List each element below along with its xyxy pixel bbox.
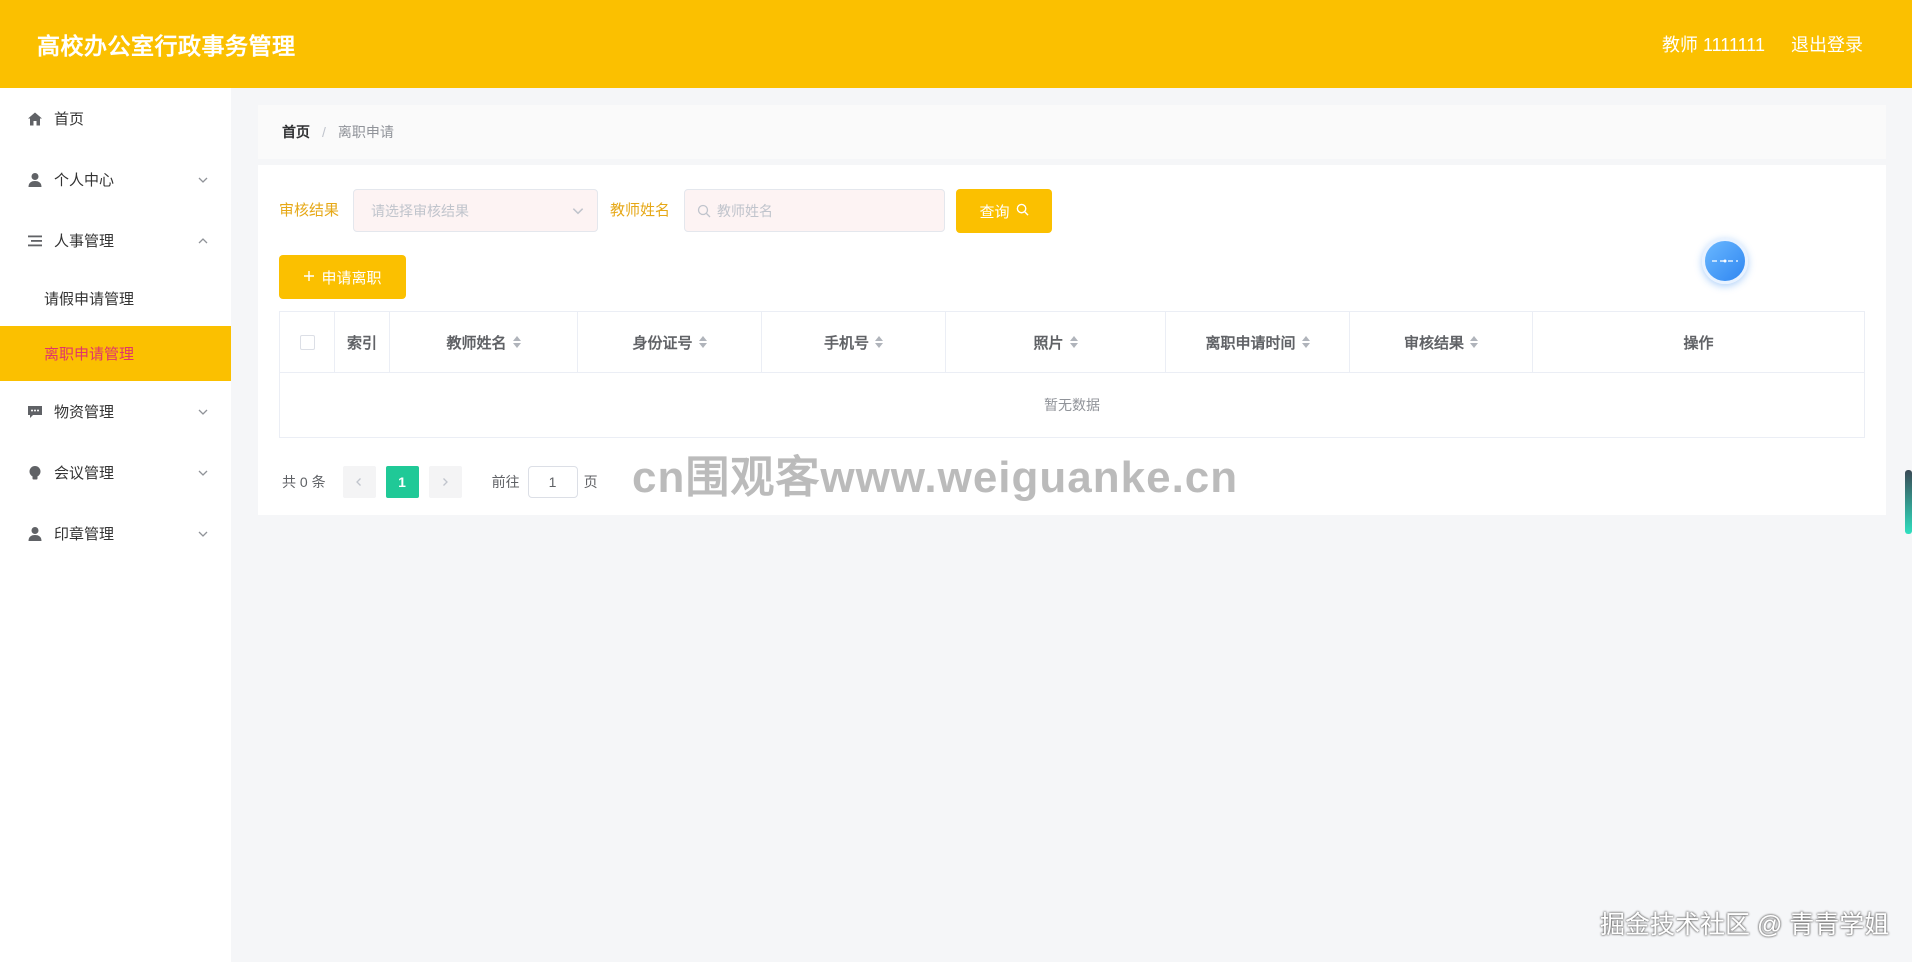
stamp-user-icon xyxy=(26,525,44,543)
sidebar-item-label: 个人中心 xyxy=(54,172,115,189)
sort-icon[interactable] xyxy=(1301,336,1310,348)
apply-button-label: 申请离职 xyxy=(321,269,382,287)
sidebar-item-hr[interactable]: 人事管理 xyxy=(0,210,231,271)
user-icon xyxy=(26,171,44,189)
query-button-label: 查询 xyxy=(979,203,1010,221)
column-label: 审核结果 xyxy=(1403,334,1464,352)
column-header-phone[interactable]: 手机号 xyxy=(762,312,946,372)
floating-assistant-button[interactable] xyxy=(1702,238,1748,284)
column-header-teacher-name[interactable]: 教师姓名 xyxy=(390,312,578,372)
input-placeholder: 教师姓名 xyxy=(717,202,773,219)
search-icon xyxy=(1016,203,1029,220)
next-page-button[interactable] xyxy=(428,466,462,498)
page-number-button[interactable]: 1 xyxy=(385,466,419,498)
pagination: 共 0 条 1 前往 页 xyxy=(282,466,598,498)
chevron-left-icon xyxy=(356,478,362,486)
column-header-index: 索引 xyxy=(335,312,390,372)
breadcrumb-current: 离职申请 xyxy=(337,124,394,140)
sidebar-item-label: 人事管理 xyxy=(54,233,115,250)
sidebar-subitem-resignation[interactable]: 离职申请管理 xyxy=(0,326,231,381)
resignation-table: 索引 教师姓名 身份证号 手机号 照片 离职申请时间 审核结果 操作 暂无数据 xyxy=(279,311,1865,438)
column-label: 离职申请时间 xyxy=(1205,334,1296,352)
chevron-right-icon xyxy=(443,478,448,486)
chat-icon xyxy=(26,403,44,421)
column-label: 操作 xyxy=(1683,334,1714,352)
list-icon xyxy=(26,232,44,250)
sort-icon[interactable] xyxy=(512,336,521,348)
query-button[interactable]: 查询 xyxy=(956,189,1052,233)
column-label: 照片 xyxy=(1033,334,1064,352)
column-label: 索引 xyxy=(346,334,377,352)
sort-icon[interactable] xyxy=(1470,336,1478,348)
goto-page-input[interactable] xyxy=(527,466,578,498)
table-header: 索引 教师姓名 身份证号 手机号 照片 离职申请时间 审核结果 操作 xyxy=(280,312,1864,373)
home-icon xyxy=(26,110,44,128)
sidebar: 首页 个人中心 人事管理 请假申请管理 离职申请管理 物资管理 会议管理 印章管… xyxy=(0,88,231,962)
select-all-checkbox[interactable] xyxy=(299,334,315,350)
teacher-name-input[interactable]: 教师姓名 xyxy=(684,189,945,232)
review-result-label: 审核结果 xyxy=(279,202,340,219)
column-label: 手机号 xyxy=(823,334,869,352)
column-header-id-number[interactable]: 身份证号 xyxy=(578,312,762,372)
sidebar-item-meetings[interactable]: 会议管理 xyxy=(0,442,231,503)
logout-link[interactable]: 退出登录 xyxy=(1791,31,1863,57)
user-box: 教师 1111111 退出登录 xyxy=(1662,31,1863,57)
app-title: 高校办公室行政事务管理 xyxy=(37,33,296,59)
select-all-cell xyxy=(280,312,335,372)
breadcrumb: 首页 / 离职申请 xyxy=(258,105,1886,159)
breadcrumb-home[interactable]: 首页 xyxy=(282,122,310,142)
sidebar-item-label: 会议管理 xyxy=(54,465,115,482)
column-label: 身份证号 xyxy=(632,334,693,352)
column-header-actions: 操作 xyxy=(1533,312,1864,372)
select-placeholder: 请选择审核结果 xyxy=(371,202,469,219)
assistant-icon xyxy=(1712,259,1738,263)
user-name: 教师 1111111 xyxy=(1661,35,1765,55)
bulb-icon xyxy=(26,464,44,482)
sidebar-item-label: 首页 xyxy=(54,111,85,128)
teacher-name-label: 教师姓名 xyxy=(610,202,671,219)
sidebar-item-personal-center[interactable]: 个人中心 xyxy=(0,149,231,210)
sidebar-item-label: 印章管理 xyxy=(54,526,115,543)
plus-icon xyxy=(303,269,315,286)
sidebar-item-materials[interactable]: 物资管理 xyxy=(0,381,231,442)
search-icon xyxy=(697,204,711,218)
chevron-down-icon xyxy=(198,409,208,415)
sidebar-item-label: 物资管理 xyxy=(54,404,115,421)
chevron-down-icon xyxy=(198,531,208,537)
apply-resignation-button[interactable]: 申请离职 xyxy=(279,255,406,299)
page-suffix: 页 xyxy=(583,474,598,490)
sort-icon[interactable] xyxy=(875,336,883,348)
main-content: 首页 / 离职申请 审核结果 请选择审核结果 教师姓名 教师姓名 查询 申请离职 xyxy=(231,88,1912,962)
column-label: 教师姓名 xyxy=(446,334,507,352)
column-header-apply-time[interactable]: 离职申请时间 xyxy=(1166,312,1350,372)
watermark-center: cn围观客www.weiguanke.cn xyxy=(632,453,1239,502)
table-empty-text: 暂无数据 xyxy=(1044,397,1100,413)
sidebar-item-home[interactable]: 首页 xyxy=(0,88,231,149)
top-header: 高校办公室行政事务管理 教师 1111111 退出登录 xyxy=(0,0,1912,88)
chevron-up-icon xyxy=(198,237,208,243)
chevron-down-icon xyxy=(198,177,208,183)
breadcrumb-separator: / xyxy=(322,124,326,140)
chevron-down-icon xyxy=(198,470,208,476)
sort-icon[interactable] xyxy=(698,336,707,348)
column-header-photo[interactable]: 照片 xyxy=(946,312,1166,372)
column-header-review-result[interactable]: 审核结果 xyxy=(1350,312,1533,372)
sidebar-subitem-leave[interactable]: 请假申请管理 xyxy=(0,271,231,326)
sort-icon[interactable] xyxy=(1069,336,1078,348)
review-result-select[interactable]: 请选择审核结果 xyxy=(353,189,598,232)
goto-label: 前往 xyxy=(491,474,520,490)
chevron-down-icon xyxy=(572,208,584,215)
sidebar-item-seals[interactable]: 印章管理 xyxy=(0,503,231,564)
pagination-total: 共 0 条 xyxy=(282,474,326,490)
prev-page-button[interactable] xyxy=(342,466,376,498)
scrollbar-thumb[interactable] xyxy=(1905,470,1912,534)
watermark-corner: 掘金技术社区 @ 青青学姐 xyxy=(1600,911,1890,939)
